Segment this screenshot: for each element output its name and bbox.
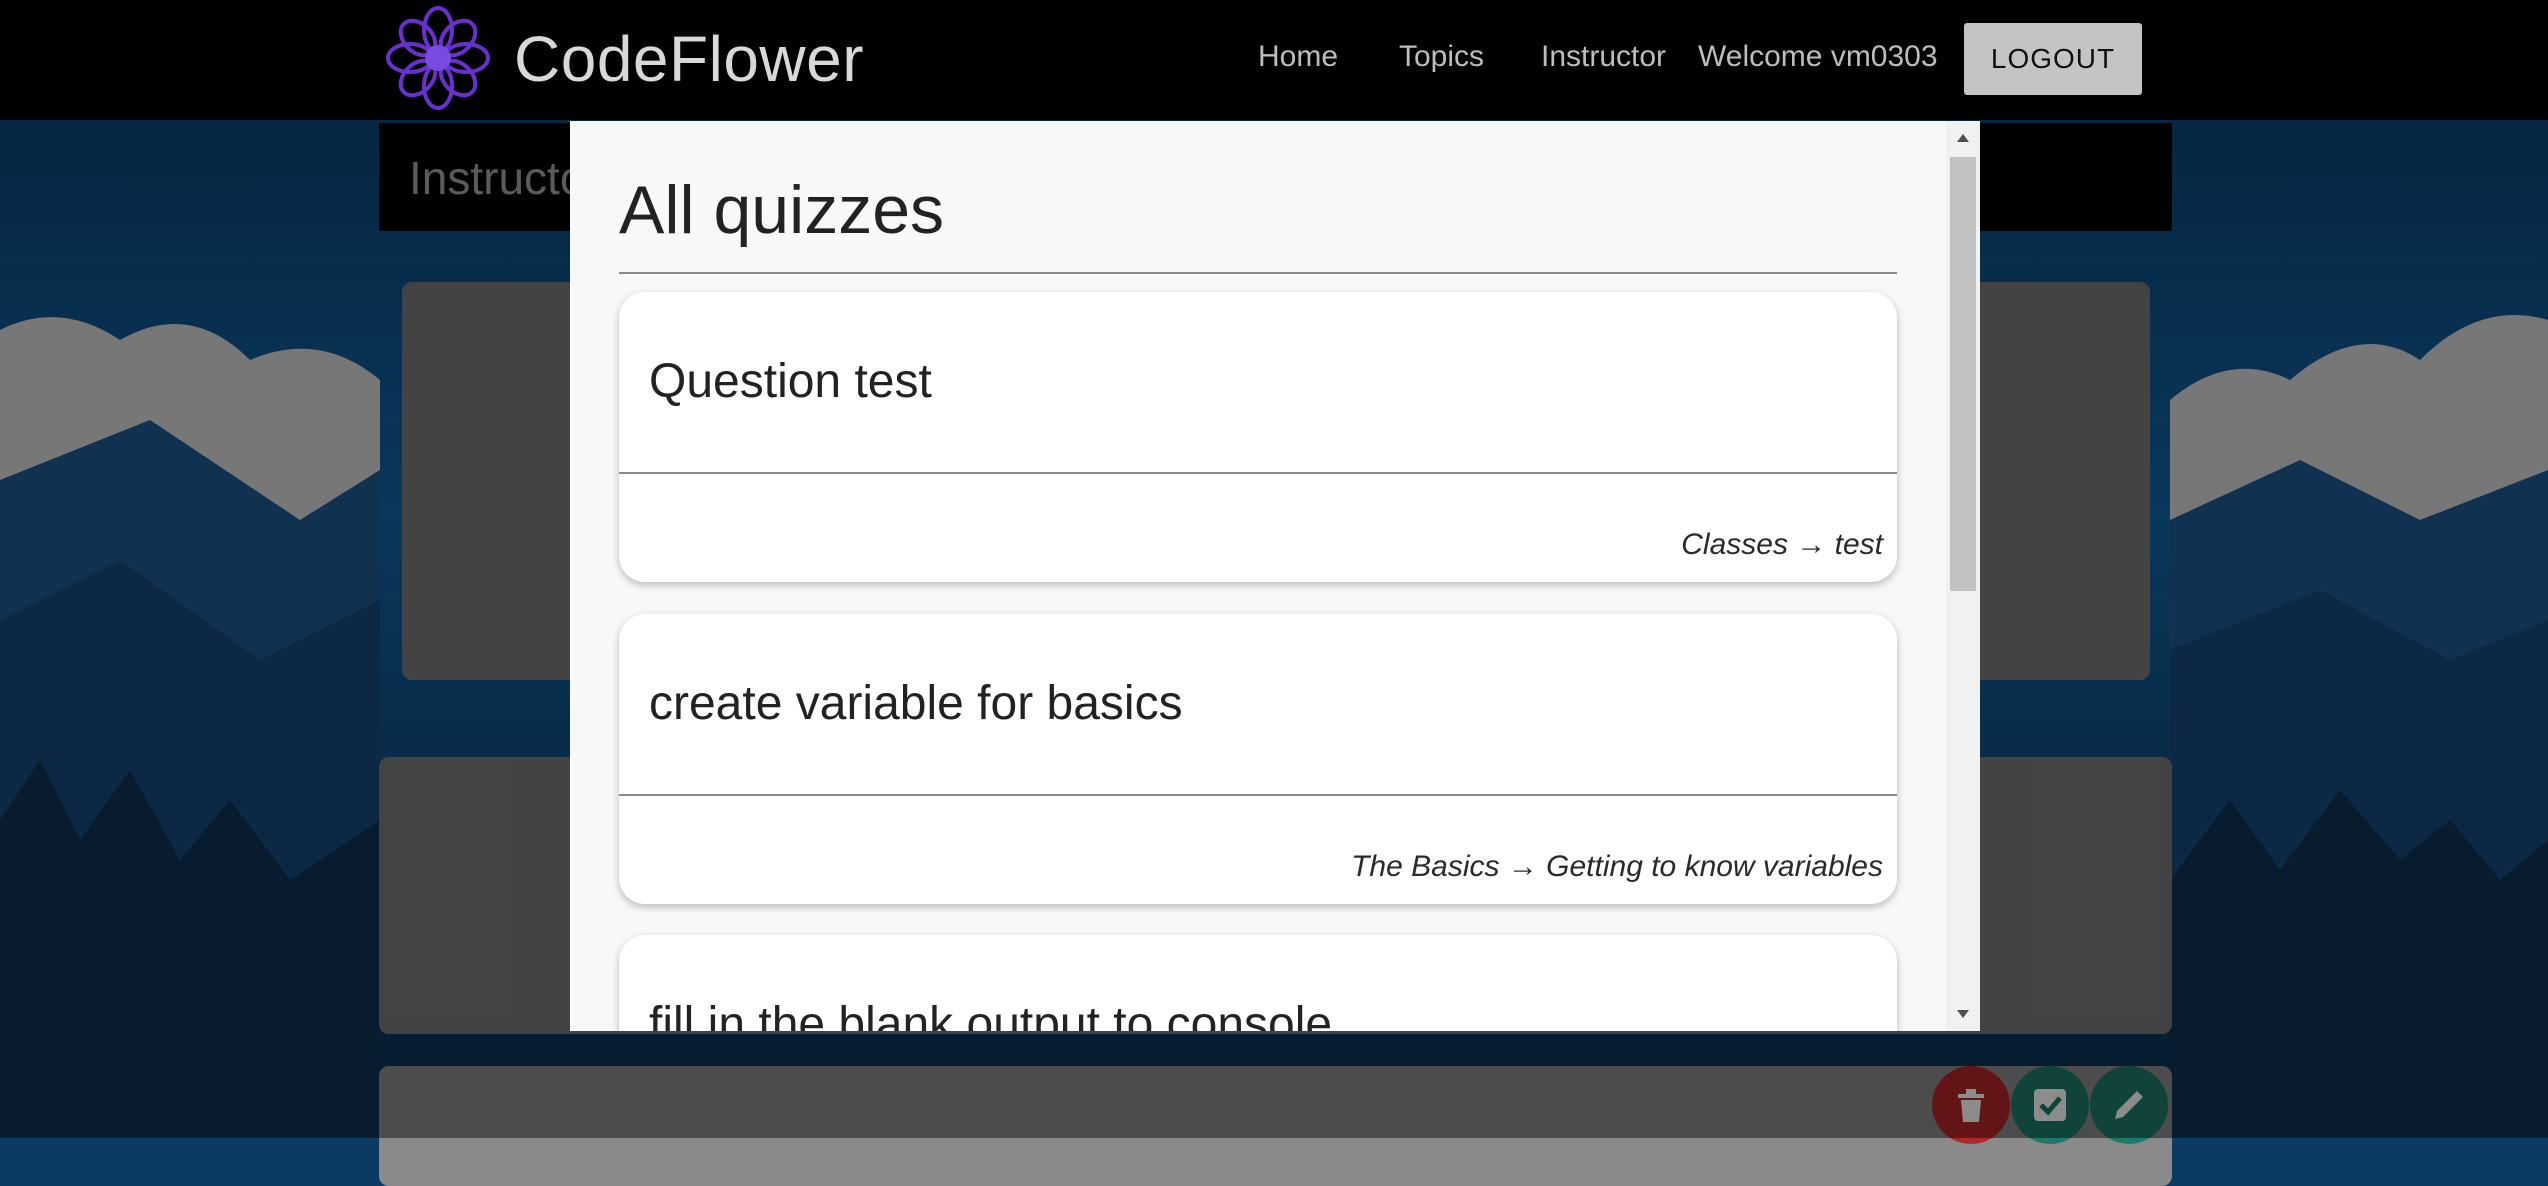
scroll-down-arrow-icon[interactable] xyxy=(1946,997,1980,1031)
quiz-card[interactable]: Question test Classes → test xyxy=(619,292,1897,582)
top-navbar: CodeFlower Home Topics Instructor Welcom… xyxy=(0,0,2548,120)
quiz-topic-path: The Basics → Getting to know variables xyxy=(1351,850,1883,883)
scroll-up-arrow-icon[interactable] xyxy=(1946,121,1980,155)
quiz-topic-path: Classes → test xyxy=(1681,528,1883,561)
all-quizzes-modal: All quizzes Question test Classes → test… xyxy=(570,121,1980,1031)
quiz-card[interactable]: create variable for basics The Basics → … xyxy=(619,614,1897,904)
quiz-name: fill in the blank output to console xyxy=(649,998,1333,1031)
quiz-divider xyxy=(619,794,1897,796)
modal-scrollbar[interactable] xyxy=(1946,121,1980,1031)
quiz-card[interactable]: fill in the blank output to console xyxy=(619,935,1897,1031)
welcome-user-text: Welcome vm0303 xyxy=(1698,40,1938,73)
quiz-divider xyxy=(619,472,1897,474)
nav-link-instructor[interactable]: Instructor xyxy=(1541,40,1666,74)
flower-logo-icon[interactable] xyxy=(386,6,490,110)
nav-link-home[interactable]: Home xyxy=(1258,40,1338,74)
brand-name[interactable]: CodeFlower xyxy=(514,22,864,96)
quiz-name: Question test xyxy=(649,355,932,408)
title-divider xyxy=(619,272,1897,274)
quiz-name: create variable for basics xyxy=(649,677,1183,730)
scroll-thumb[interactable] xyxy=(1950,157,1976,591)
nav-link-topics[interactable]: Topics xyxy=(1399,40,1484,74)
modal-title: All quizzes xyxy=(619,172,945,248)
modal-scroll-area[interactable]: All quizzes Question test Classes → test… xyxy=(570,121,1946,1031)
logout-button[interactable]: LOGOUT xyxy=(1964,23,2142,95)
